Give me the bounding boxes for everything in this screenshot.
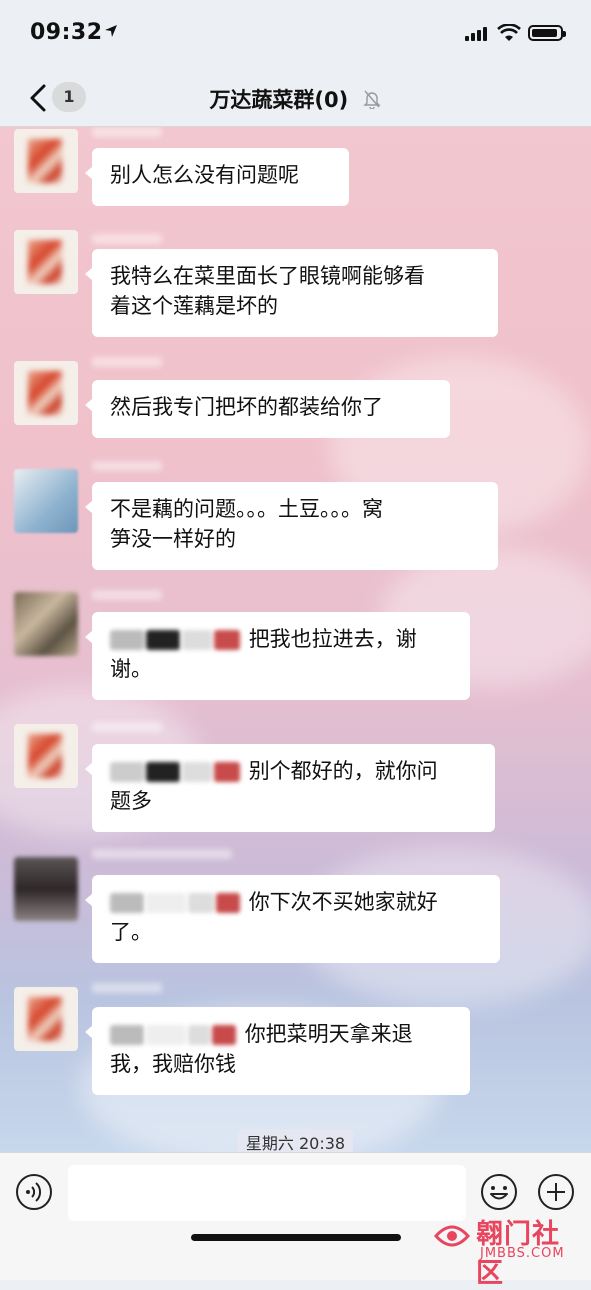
message-text: 你下次不买她家就好 [248, 890, 438, 914]
emoji-blurred [214, 762, 240, 782]
more-plus-icon[interactable] [537, 1173, 575, 1211]
message-text-line: 我，我赔你钱 [110, 1052, 236, 1076]
sender-name-blurred [92, 461, 162, 471]
message-text: 把我也拉进去，谢 [248, 627, 417, 651]
avatar[interactable] [14, 469, 78, 533]
mention-blurred [182, 630, 212, 650]
message-bubble[interactable]: 别人怎么没有问题呢 [85, 148, 349, 206]
mention-blurred [188, 1025, 210, 1045]
mention-blurred [110, 1025, 144, 1045]
message-text: 然后我专门把坏的都装给你了 [110, 395, 383, 419]
clock: 09:32 [30, 20, 103, 45]
watermark-subtext: JMBBS.COM [480, 1246, 565, 1261]
sender-name-blurred [92, 983, 162, 993]
status-bar: 09:32 [0, 0, 591, 70]
emoji-icon[interactable] [480, 1173, 518, 1211]
sender-name-blurred [92, 127, 162, 137]
mention-blurred [110, 762, 144, 782]
sender-name-blurred [92, 849, 232, 859]
mention-blurred [146, 762, 180, 782]
message-text: 你把菜明天拿来退 [244, 1022, 413, 1046]
message-list[interactable]: 别人怎么没有问题呢 我特么在菜里面长了眼镜啊能够看 着这个莲藕是坏的 然后我专门… [0, 127, 591, 1152]
mention-blurred [182, 762, 212, 782]
message-bubble[interactable]: 然后我专门把坏的都装给你了 [85, 380, 450, 438]
emoji-blurred [214, 630, 240, 650]
avatar[interactable] [14, 857, 78, 921]
avatar[interactable] [14, 129, 78, 193]
mention-blurred [110, 893, 144, 913]
mention-blurred [146, 893, 186, 913]
location-arrow-icon [105, 25, 117, 37]
avatar[interactable] [14, 230, 78, 294]
message-text: 别个都好的，就你问 [248, 759, 438, 783]
sender-name-blurred [92, 590, 162, 600]
watermark: 翱门社区 JMBBS.COM [432, 1212, 587, 1289]
message-text-line: 谢。 [110, 657, 152, 681]
message-text-line: 着这个莲藕是坏的 [110, 294, 278, 318]
sender-name-blurred [92, 234, 162, 244]
wifi-icon [497, 24, 521, 41]
avatar[interactable] [14, 724, 78, 788]
battery-icon [528, 25, 566, 41]
message-text-line: 笋没一样好的 [110, 527, 236, 551]
sender-name-blurred [92, 357, 162, 367]
mute-bell-icon [362, 90, 381, 109]
watermark-logo-icon [433, 1225, 471, 1247]
message-text-line: 把我也拉进去，谢 [110, 624, 452, 654]
message-bubble[interactable]: 你下次不买她家就好 了。 [85, 875, 500, 963]
message-text-line: 了。 [110, 920, 152, 944]
message-text-line: 你下次不买她家就好 [110, 887, 482, 917]
message-text-line: 我特么在菜里面长了眼镜啊能够看 [110, 264, 425, 288]
message-input[interactable] [68, 1165, 466, 1221]
avatar[interactable] [14, 361, 78, 425]
message-bubble[interactable]: 你把菜明天拿来退 我，我赔你钱 [85, 1007, 470, 1095]
timestamp-text: 星期六 20:38 [237, 1129, 354, 1152]
home-indicator[interactable] [191, 1234, 401, 1241]
message-text-line: 不是藕的问题。。。土豆。。。窝 [110, 497, 383, 521]
message-text-line: 你把菜明天拿来退 [110, 1019, 452, 1049]
message-text: 别人怎么没有问题呢 [110, 163, 299, 187]
mention-blurred [146, 630, 180, 650]
avatar[interactable] [14, 592, 78, 656]
mention-blurred [146, 1025, 186, 1045]
chat-header: 1 万达蔬菜群(0) [0, 70, 591, 127]
sender-name-blurred [92, 722, 162, 732]
emoji-blurred [216, 893, 240, 913]
message-timestamp: 星期六 20:38 [0, 1129, 591, 1152]
mention-blurred [188, 893, 214, 913]
message-bubble[interactable]: 别个都好的，就你问 题多 [85, 744, 495, 832]
voice-input-icon[interactable] [15, 1173, 53, 1211]
emoji-blurred [212, 1025, 236, 1045]
message-text-line: 题多 [110, 789, 152, 813]
cellular-signal-icon [465, 27, 487, 41]
message-bubble[interactable]: 不是藕的问题。。。土豆。。。窝 笋没一样好的 [85, 482, 498, 570]
chat-title: 万达蔬菜群(0) [0, 84, 591, 114]
avatar[interactable] [14, 987, 78, 1051]
message-bubble[interactable]: 我特么在菜里面长了眼镜啊能够看 着这个莲藕是坏的 [85, 249, 498, 337]
group-name: 万达蔬菜群(0) [209, 88, 349, 112]
message-text-line: 别个都好的，就你问 [110, 756, 477, 786]
message-bubble[interactable]: 把我也拉进去，谢 谢。 [85, 612, 470, 700]
mention-blurred [110, 630, 144, 650]
